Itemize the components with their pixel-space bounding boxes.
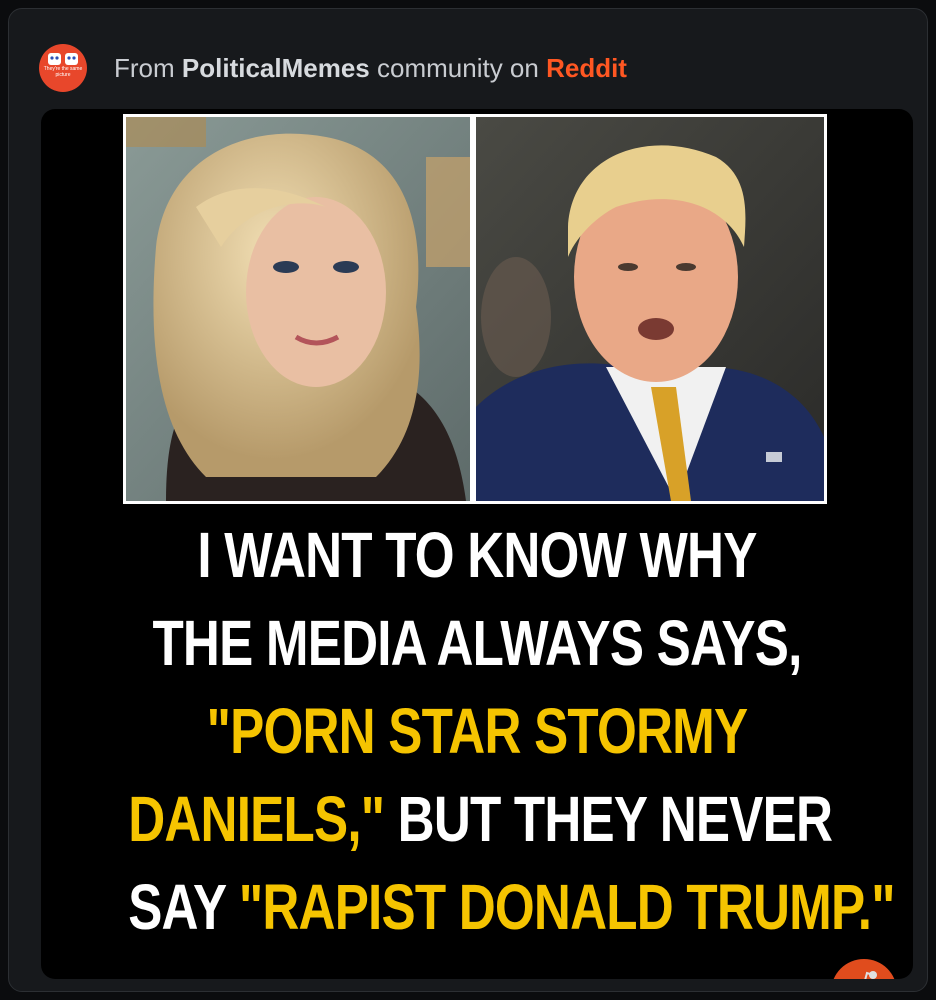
source-prefix: From [114,52,175,83]
avatar-text: They're the same picture [43,66,83,78]
caption-line-2: THE MEDIA ALWAYS SAYS, [152,607,802,679]
post-header: They're the same picture From PoliticalM… [39,43,907,93]
caption-line-4-highlight: DANIELS," [128,783,385,855]
woman-portrait-image [126,117,470,501]
post-source: From PoliticalMemes community on Reddit [114,53,627,84]
caption-line-1: I WANT TO KNOW WHY [197,519,757,591]
post-card: They're the same picture From PoliticalM… [8,8,928,992]
meme-caption: I WANT TO KNOW WHY THE MEDIA ALWAYS SAYS… [128,511,895,979]
community-name[interactable]: PoliticalMemes [182,53,370,83]
reddit-snoo-icon [831,959,897,979]
snoo-graphic [864,971,877,979]
photo-left [123,114,473,504]
caption-line-5: SAY "RAPIST DONALD TRUMP." [128,863,895,951]
platform-name[interactable]: Reddit [546,53,627,83]
caption-line-4: DANIELS," BUT THEY NEVER [128,775,833,863]
faces-icon [48,53,78,65]
photo-right [473,114,827,504]
man-portrait-image [476,117,824,501]
caption-line-3: "PORN STAR STORMY [206,695,749,767]
community-avatar-icon[interactable]: They're the same picture [39,44,87,92]
caption-line-5-highlight: "RAPIST DONALD TRUMP." [238,871,896,943]
meme-image[interactable]: I WANT TO KNOW WHY THE MEDIA ALWAYS SAYS… [41,109,913,979]
caption-line-4-rest: BUT THEY NEVER [384,783,833,855]
source-middle: community on [377,52,539,83]
caption-line-5-start: SAY [128,871,239,943]
